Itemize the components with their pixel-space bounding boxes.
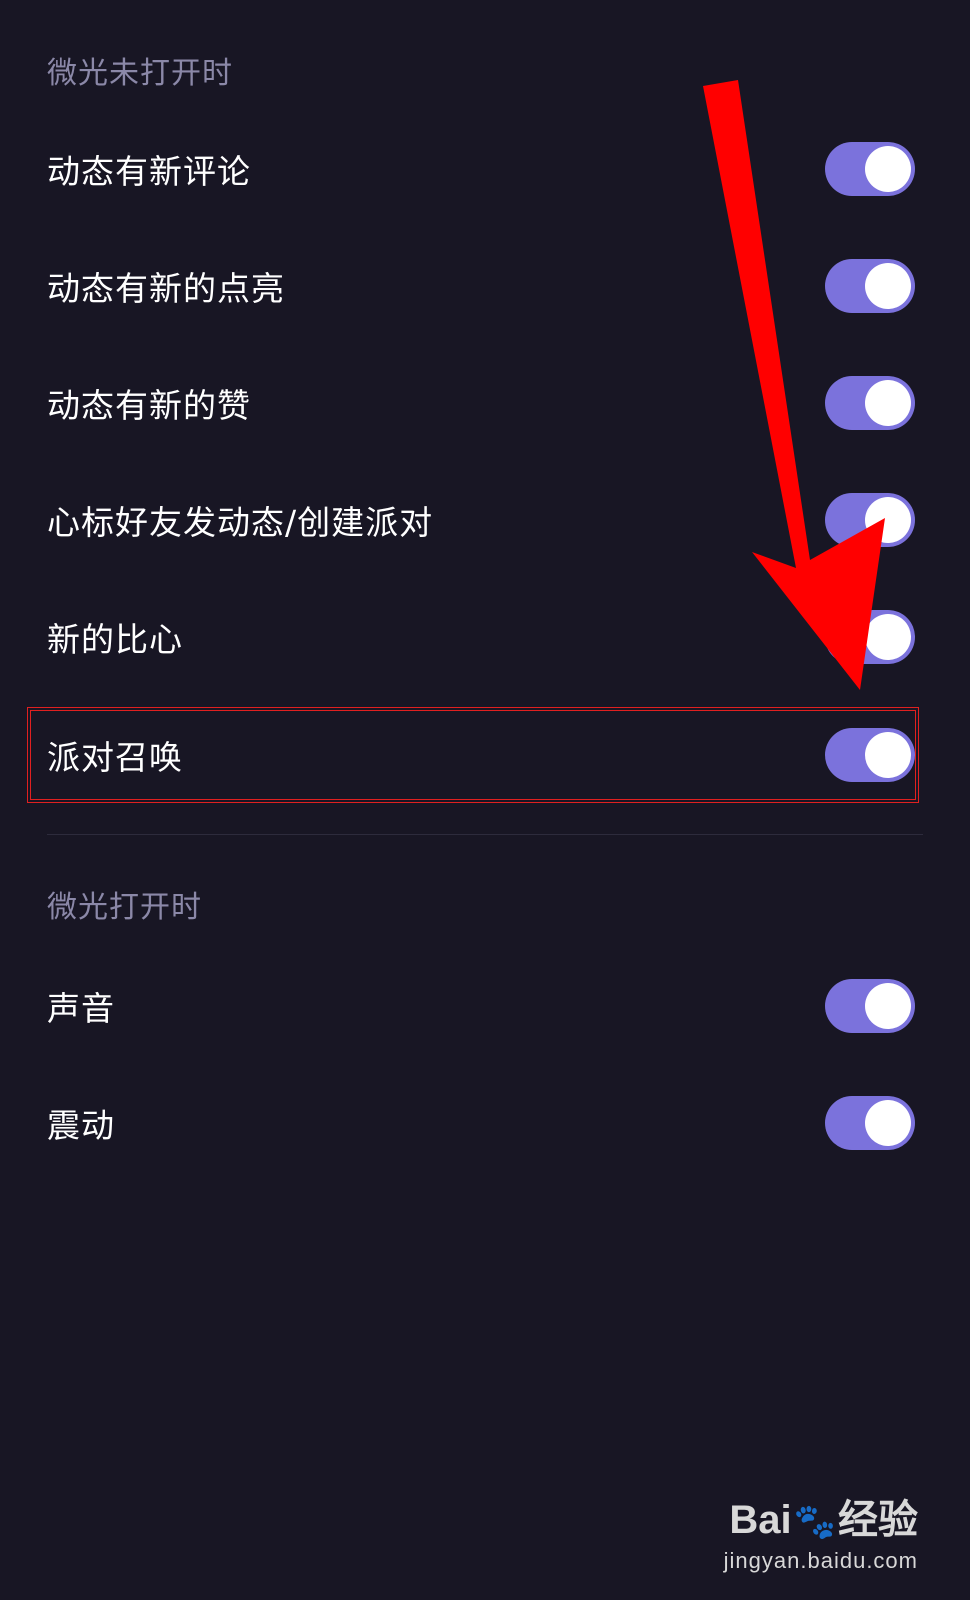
- setting-row-new-like[interactable]: 动态有新的赞: [0, 353, 970, 453]
- setting-row-new-heart[interactable]: 新的比心: [0, 587, 970, 687]
- setting-label: 动态有新的赞: [47, 386, 251, 425]
- new-comment-toggle[interactable]: [825, 142, 915, 196]
- baidu-watermark: Bai🐾经验 jingyan.baidu.com: [724, 1498, 918, 1574]
- toggle-knob: [865, 497, 911, 543]
- toggle-knob: [865, 1100, 911, 1146]
- setting-row-new-light[interactable]: 动态有新的点亮: [0, 236, 970, 336]
- highlight-box: [27, 707, 919, 803]
- new-like-toggle[interactable]: [825, 376, 915, 430]
- sound-toggle[interactable]: [825, 979, 915, 1033]
- jingyan-logo-text: 经验: [838, 1498, 918, 1542]
- watermark-url: jingyan.baidu.com: [723, 1548, 918, 1573]
- setting-label: 声音: [47, 989, 115, 1028]
- section-divider: [47, 834, 923, 835]
- toggle-knob: [865, 614, 911, 660]
- setting-row-favorite-friend-post[interactable]: 心标好友发动态/创建派对: [0, 470, 970, 570]
- vibration-toggle[interactable]: [825, 1096, 915, 1150]
- new-light-toggle[interactable]: [825, 259, 915, 313]
- setting-row-sound[interactable]: 声音: [0, 956, 970, 1056]
- section-title-when-closed: 微光未打开时: [47, 56, 233, 91]
- setting-label: 心标好友发动态/创建派对: [47, 503, 434, 542]
- new-heart-toggle[interactable]: [825, 610, 915, 664]
- setting-label: 动态有新评论: [47, 152, 251, 191]
- paw-icon: 🐾: [793, 1503, 836, 1541]
- setting-label: 动态有新的点亮: [47, 269, 285, 308]
- setting-label: 新的比心: [47, 620, 183, 659]
- setting-row-new-comment[interactable]: 动态有新评论: [0, 119, 970, 219]
- section-title-when-open: 微光打开时: [47, 890, 202, 925]
- toggle-knob: [865, 380, 911, 426]
- baidu-logo: Bai🐾经验: [724, 1498, 918, 1544]
- setting-row-vibration[interactable]: 震动: [0, 1073, 970, 1173]
- setting-label: 震动: [47, 1106, 115, 1145]
- favorite-friend-post-toggle[interactable]: [825, 493, 915, 547]
- toggle-knob: [865, 983, 911, 1029]
- toggle-knob: [865, 263, 911, 309]
- baidu-logo-text: Bai: [729, 1498, 792, 1542]
- toggle-knob: [865, 146, 911, 192]
